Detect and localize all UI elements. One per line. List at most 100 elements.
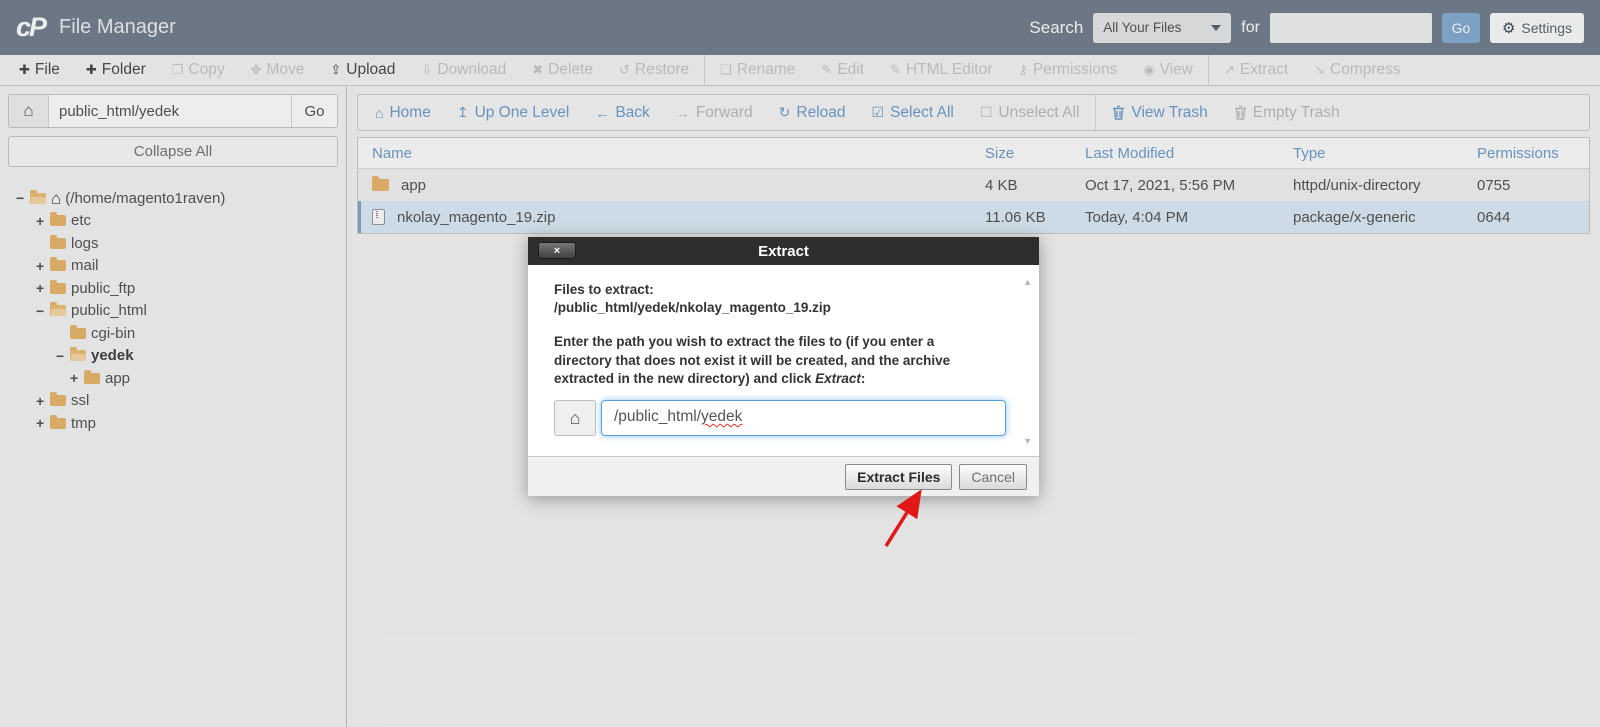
expand-toggle[interactable]: + — [70, 370, 84, 386]
extract-path-input[interactable]: /public_html/yedek — [601, 400, 1006, 436]
settings-button[interactable]: ⚙ Settings — [1490, 13, 1584, 43]
reload-button[interactable]: ↻Reload — [766, 95, 859, 130]
scroll-down-icon[interactable]: ▼ — [1023, 436, 1032, 446]
brand: cP File Manager — [16, 12, 176, 43]
tree-node-label: mail — [71, 257, 99, 274]
column-header-permissions[interactable]: Permissions — [1477, 145, 1589, 162]
tree-node-cgi-bin[interactable]: cgi-bin — [8, 322, 338, 345]
folder-tree: − ⌂ (/home/magento1raven) + etc logs + — [8, 187, 338, 435]
expand-toggle[interactable]: + — [36, 415, 50, 431]
tree-node-label: ssl — [71, 392, 89, 409]
column-header-size[interactable]: Size — [985, 145, 1085, 162]
extract-dialog-body: Files to extract: /public_html/yedek/nko… — [528, 265, 1039, 456]
tree-node-ssl[interactable]: + ssl — [8, 390, 338, 413]
move-icon: ✥ — [251, 62, 262, 78]
html-editor-icon: ✎ — [890, 62, 901, 78]
expand-toggle[interactable]: + — [36, 258, 50, 274]
home-label: Home — [389, 104, 430, 122]
home-path-button[interactable]: ⌂ — [554, 400, 596, 436]
expand-toggle[interactable]: + — [36, 280, 50, 296]
collapse-toggle[interactable]: − — [56, 348, 70, 364]
table-row-selected[interactable]: nkolay_magento_19.zip 11.06 KB Today, 4:… — [358, 201, 1589, 233]
extract-dialog-header: × Extract — [528, 237, 1039, 265]
files-to-extract-label: Files to extract: — [554, 281, 1013, 299]
column-header-type[interactable]: Type — [1293, 145, 1477, 162]
settings-label: Settings — [1521, 20, 1572, 36]
toolbar-edit-label: Edit — [837, 61, 864, 79]
restore-undo-icon: ↺ — [619, 62, 630, 78]
home-path-button[interactable]: ⌂ — [9, 95, 49, 127]
tree-node-label: tmp — [71, 415, 96, 432]
search-input[interactable] — [1270, 13, 1432, 43]
folder-icon — [50, 238, 66, 249]
up-one-level-label: Up One Level — [475, 104, 570, 122]
page-title: File Manager — [59, 16, 176, 39]
select-all-button[interactable]: ☑ Select All — [859, 95, 967, 130]
search-scope-value: All Your Files — [1103, 20, 1181, 35]
for-label: for — [1241, 19, 1260, 37]
path-input[interactable] — [49, 95, 291, 127]
tree-node-tmp[interactable]: + tmp — [8, 412, 338, 435]
download-icon: ⇩ — [421, 62, 432, 78]
tree-node-label: public_html — [71, 302, 147, 319]
folder-open-icon — [50, 305, 66, 316]
checked-box-icon: ☑ — [872, 104, 885, 121]
folder-open-icon — [30, 193, 46, 204]
folder-open-icon — [70, 350, 86, 361]
expand-toggle[interactable]: + — [36, 393, 50, 409]
toolbar-folder-button[interactable]: ✚Folder — [73, 55, 159, 85]
trash-icon — [1112, 105, 1125, 120]
main-toolbar: ✚File ✚Folder ❐Copy ✥Move ⇪Upload ⇩Downl… — [0, 55, 1600, 86]
collapse-all-button[interactable]: Collapse All — [8, 136, 338, 167]
back-button[interactable]: ←Back — [582, 95, 662, 130]
toolbar-restore-label: Restore — [635, 61, 689, 79]
toolbar-extract-label: Extract — [1240, 61, 1288, 79]
tree-node-app[interactable]: + app — [8, 367, 338, 390]
toolbar-compress-button: ↘Compress — [1301, 55, 1414, 85]
scroll-up-icon[interactable]: ▲ — [1023, 277, 1032, 287]
tree-node-logs[interactable]: logs — [8, 232, 338, 255]
tree-node-yedek[interactable]: − yedek — [8, 345, 338, 368]
tree-node-mail[interactable]: + mail — [8, 255, 338, 278]
column-header-name[interactable]: Name — [358, 145, 985, 162]
tree-node-public-html[interactable]: − public_html — [8, 300, 338, 323]
extract-files-button[interactable]: Extract Files — [845, 464, 952, 490]
expand-toggle[interactable]: + — [36, 213, 50, 229]
eye-icon: ◉ — [1143, 62, 1154, 78]
tree-node-label: etc — [71, 212, 91, 229]
view-trash-button[interactable]: View Trash — [1099, 95, 1220, 130]
tree-node-home[interactable]: − ⌂ (/home/magento1raven) — [8, 187, 338, 210]
folder-icon — [50, 395, 66, 406]
trash-icon — [1234, 105, 1247, 120]
toolbar-permissions-button: ⚷Permissions — [1005, 55, 1130, 85]
toolbar-extract-button: ↗Extract — [1211, 55, 1301, 85]
tree-node-public-ftp[interactable]: + public_ftp — [8, 277, 338, 300]
folder-icon — [50, 215, 66, 226]
up-one-level-button[interactable]: ↥Up One Level — [444, 95, 583, 130]
collapse-toggle[interactable]: − — [36, 303, 50, 319]
delete-x-icon: ✖ — [532, 62, 543, 78]
toolbar-html-editor-button: ✎HTML Editor — [877, 55, 1005, 85]
search-go-button[interactable]: Go — [1442, 13, 1480, 43]
tree-node-etc[interactable]: + etc — [8, 210, 338, 233]
cancel-button[interactable]: Cancel — [959, 464, 1027, 490]
select-all-label: Select All — [890, 104, 954, 122]
toolbar-file-button[interactable]: ✚File — [6, 55, 73, 85]
path-go-button[interactable]: Go — [291, 95, 337, 127]
table-row[interactable]: app 4 KB Oct 17, 2021, 5:56 PM httpd/uni… — [358, 169, 1589, 201]
home-icon: ⌂ — [23, 101, 33, 121]
toolbar-file-label: File — [35, 61, 60, 79]
toolbar-upload-button[interactable]: ⇪Upload — [317, 55, 408, 85]
path-misspelled-word: yedek — [701, 408, 742, 425]
instructions-text: Enter the path you wish to extract the f… — [554, 334, 950, 385]
unselect-all-label: Unselect All — [998, 104, 1079, 122]
search-scope-select[interactable]: All Your Files — [1093, 13, 1231, 43]
close-button[interactable]: × — [538, 242, 576, 259]
toolbar-copy-label: Copy — [188, 61, 224, 79]
column-header-last-modified[interactable]: Last Modified — [1085, 145, 1293, 162]
collapse-toggle[interactable]: − — [16, 190, 30, 206]
forward-label: Forward — [696, 104, 753, 122]
extract-instructions: Enter the path you wish to extract the f… — [554, 333, 984, 388]
home-button[interactable]: ⌂Home — [362, 95, 444, 130]
toolbar-copy-button: ❐Copy — [159, 55, 238, 85]
